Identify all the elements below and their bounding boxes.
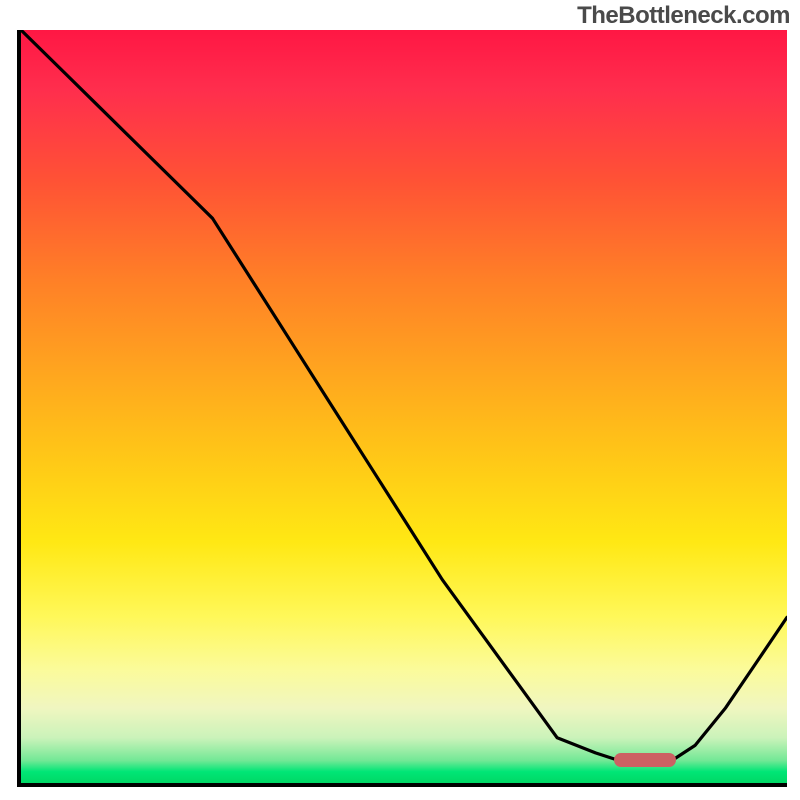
chart-container: TheBottleneck.com <box>0 0 800 800</box>
plot-area <box>17 30 787 787</box>
curve-layer <box>21 30 787 783</box>
optimal-marker <box>614 753 676 767</box>
watermark-text: TheBottleneck.com <box>577 2 790 30</box>
bottleneck-curve <box>21 30 787 760</box>
